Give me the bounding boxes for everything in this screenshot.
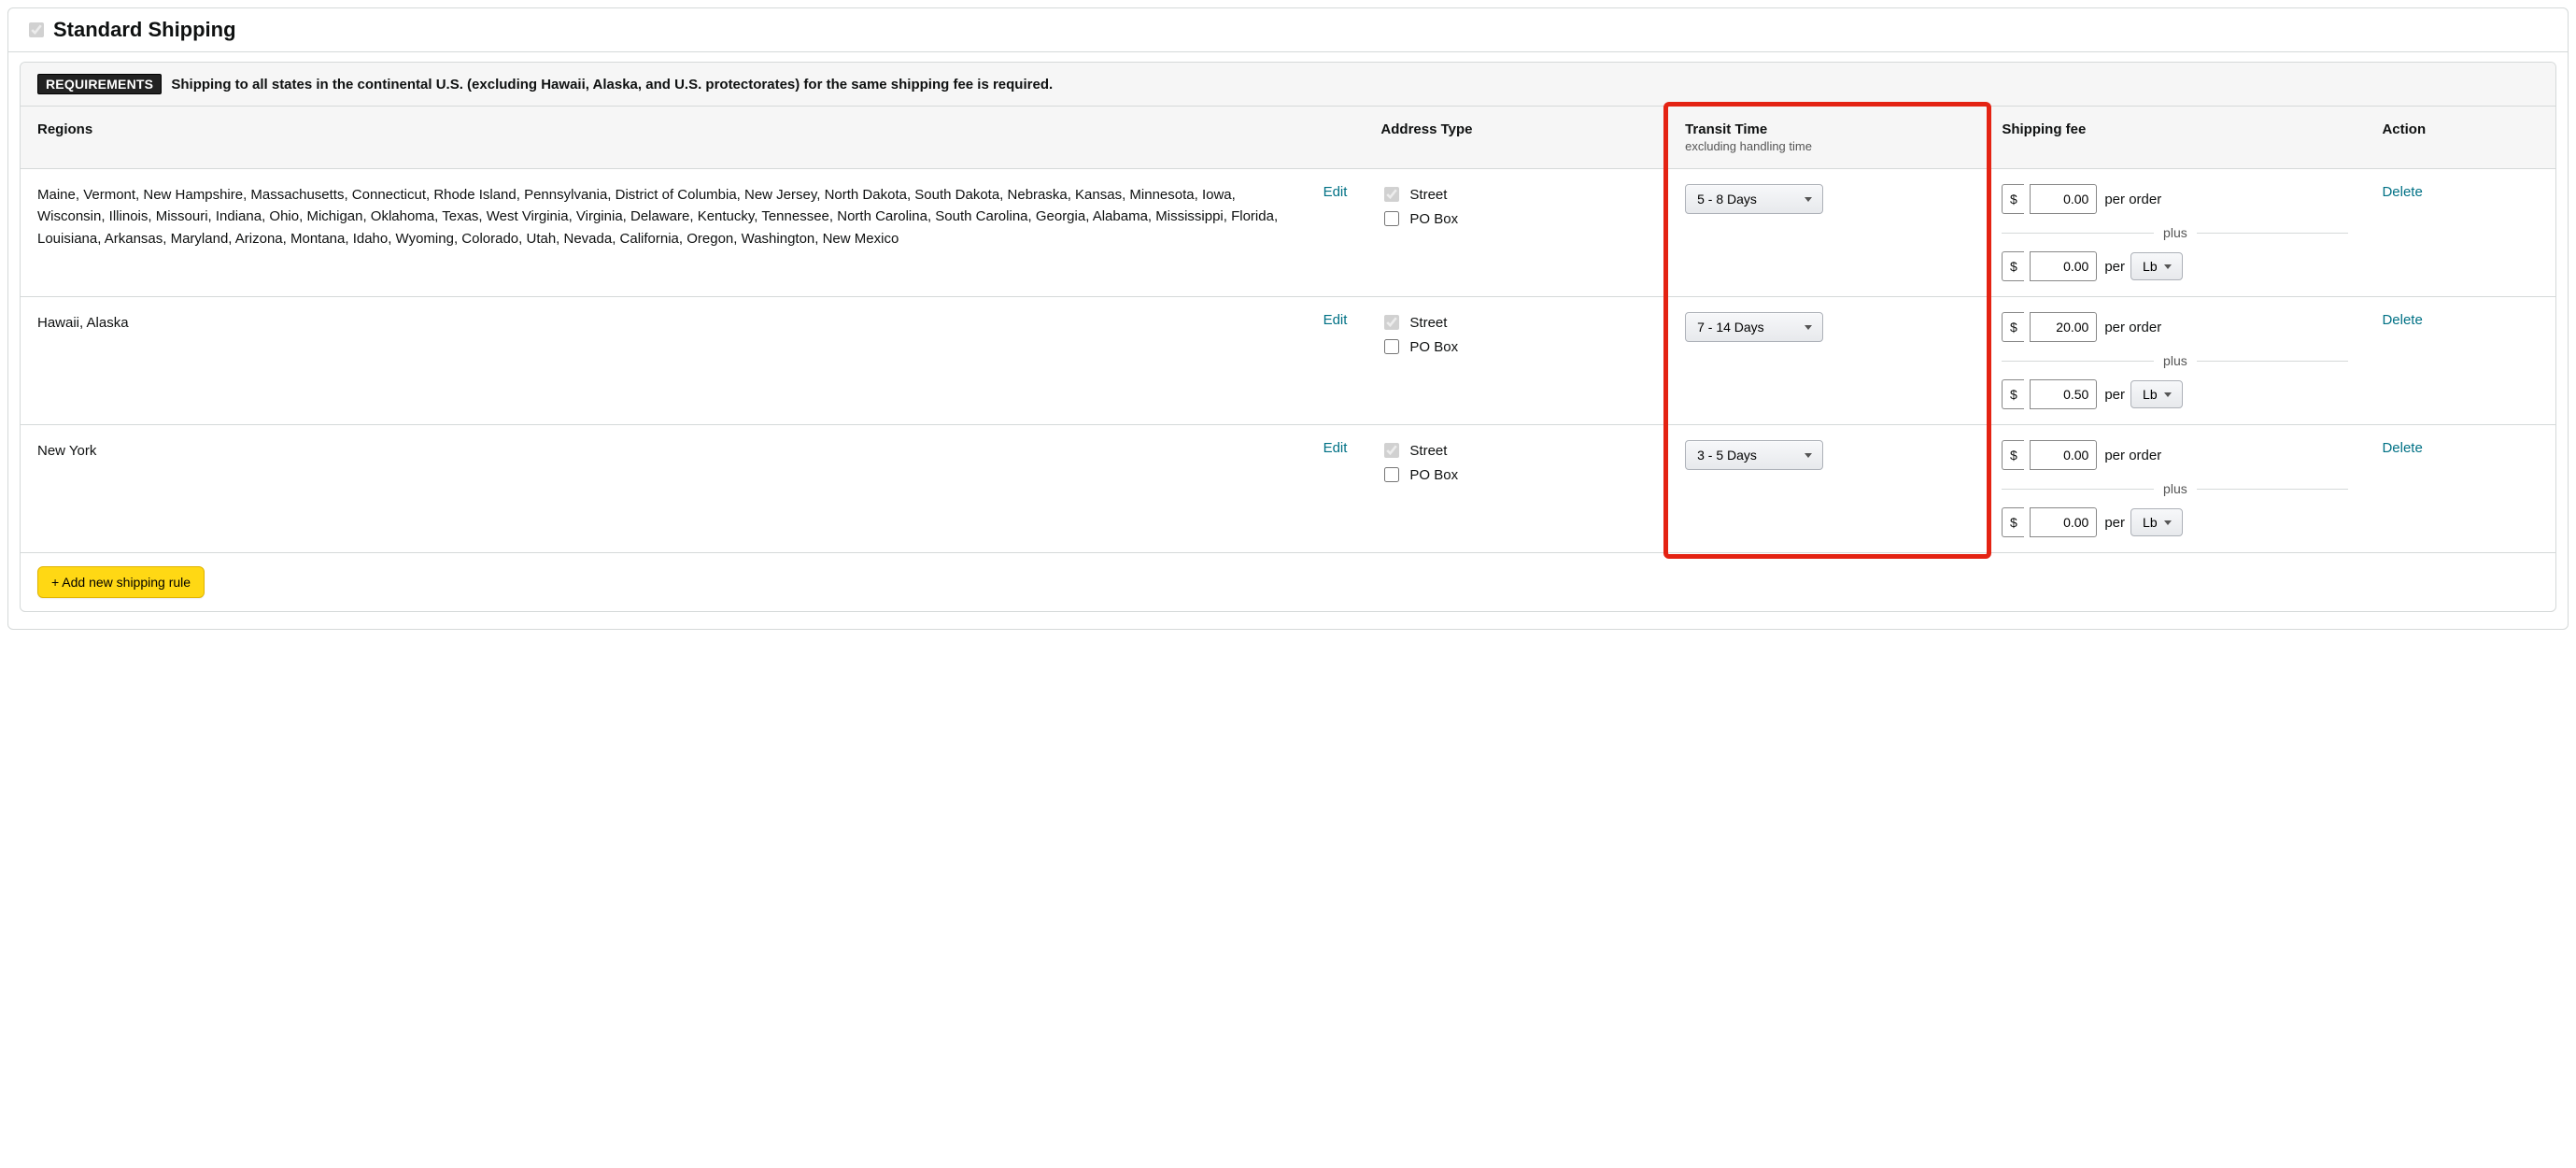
table-row: Maine, Vermont, New Hampshire, Massachus… [21, 169, 2555, 297]
transit-time-subtext: excluding handling time [1685, 139, 1968, 153]
transit-time-select[interactable]: 3 - 5 Days5 - 8 Days7 - 14 Days [1685, 440, 1823, 470]
address-pobox-label: PO Box [1409, 339, 1458, 355]
shipping-panel: Standard Shipping REQUIREMENTS Shipping … [7, 7, 2569, 630]
fee-per-order-input[interactable] [2030, 312, 2097, 342]
currency-symbol: $ [2002, 440, 2024, 470]
panel-header: Standard Shipping [8, 8, 2568, 52]
edit-regions-link[interactable]: Edit [1323, 440, 1348, 456]
currency-symbol: $ [2002, 379, 2024, 409]
fee-unit-select[interactable]: Lb [2130, 252, 2183, 280]
table-footer: + Add new shipping rule [21, 552, 2555, 611]
fee-per-unit-input[interactable] [2030, 379, 2097, 409]
panel-title: Standard Shipping [53, 18, 236, 42]
col-header-action: Action [2365, 107, 2555, 169]
edit-regions-link[interactable]: Edit [1323, 184, 1348, 200]
fee-unit-select[interactable]: Lb [2130, 380, 2183, 408]
action-cell: Delete [2365, 169, 2555, 297]
delete-rule-link[interactable]: Delete [2382, 440, 2422, 456]
table-header-row: Regions Address Type Transit Time exclud… [21, 107, 2555, 169]
fee-per-order-suffix: per order [2104, 192, 2161, 207]
col-header-address-type: Address Type [1364, 107, 1668, 169]
fee-plus-divider: plus [2002, 353, 2348, 368]
col-header-shipping-fee: Shipping fee [1985, 107, 2365, 169]
currency-symbol: $ [2002, 312, 2024, 342]
regions-cell: New York Edit [21, 425, 1364, 553]
requirements-text: Shipping to all states in the continenta… [171, 77, 1053, 93]
address-pobox-checkbox[interactable] [1384, 339, 1399, 354]
regions-text: Maine, Vermont, New Hampshire, Massachus… [37, 184, 1298, 249]
address-pobox-checkbox[interactable] [1384, 211, 1399, 226]
col-header-transit-time: Transit Time excluding handling time [1668, 107, 1985, 169]
fee-per-unit-input[interactable] [2030, 507, 2097, 537]
address-street-checkbox[interactable] [1384, 443, 1399, 458]
transit-time-select[interactable]: 3 - 5 Days5 - 8 Days7 - 14 Days [1685, 184, 1823, 214]
transit-time-cell: 3 - 5 Days5 - 8 Days7 - 14 Days [1668, 169, 1985, 297]
currency-symbol: $ [2002, 507, 2024, 537]
requirements-badge: REQUIREMENTS [37, 74, 162, 94]
fee-per-order-suffix: per order [2104, 448, 2161, 463]
regions-cell: Maine, Vermont, New Hampshire, Massachus… [21, 169, 1364, 297]
table-row: Hawaii, Alaska Edit Street PO Box 3 - 5 Days… [21, 297, 2555, 425]
transit-time-cell: 3 - 5 Days5 - 8 Days7 - 14 Days [1668, 297, 1985, 425]
address-pobox-label: PO Box [1409, 211, 1458, 227]
action-cell: Delete [2365, 425, 2555, 553]
col-header-regions: Regions [21, 107, 1364, 169]
address-street-label: Street [1409, 315, 1447, 331]
add-shipping-rule-button[interactable]: + Add new shipping rule [37, 566, 205, 598]
transit-time-cell: 3 - 5 Days5 - 8 Days7 - 14 Days [1668, 425, 1985, 553]
fee-plus-divider: plus [2002, 225, 2348, 240]
transit-time-select[interactable]: 3 - 5 Days5 - 8 Days7 - 14 Days [1685, 312, 1823, 342]
shipping-fee-cell: $ per order plus $ per Lb [1985, 297, 2365, 425]
delete-rule-link[interactable]: Delete [2382, 184, 2422, 200]
address-street-label: Street [1409, 443, 1447, 459]
fee-per-unit-input[interactable] [2030, 251, 2097, 281]
edit-regions-link[interactable]: Edit [1323, 312, 1348, 328]
address-type-cell: Street PO Box [1364, 425, 1668, 553]
address-pobox-checkbox[interactable] [1384, 467, 1399, 482]
requirements-bar: REQUIREMENTS Shipping to all states in t… [21, 63, 2555, 107]
address-street-checkbox[interactable] [1384, 187, 1399, 202]
currency-symbol: $ [2002, 184, 2024, 214]
address-type-cell: Street PO Box [1364, 297, 1668, 425]
shipping-fee-cell: $ per order plus $ per Lb [1985, 169, 2365, 297]
address-street-checkbox[interactable] [1384, 315, 1399, 330]
regions-text: Hawaii, Alaska [37, 312, 1298, 334]
fee-unit-select[interactable]: Lb [2130, 508, 2183, 536]
fee-per-order-suffix: per order [2104, 320, 2161, 335]
fee-plus-divider: plus [2002, 481, 2348, 496]
fee-per-order-input[interactable] [2030, 440, 2097, 470]
address-type-cell: Street PO Box [1364, 169, 1668, 297]
fee-per-order-input[interactable] [2030, 184, 2097, 214]
panel-enable-checkbox[interactable] [29, 22, 44, 37]
rules-table-panel: REQUIREMENTS Shipping to all states in t… [20, 62, 2556, 612]
action-cell: Delete [2365, 297, 2555, 425]
fee-per-unit-suffix: per [2104, 259, 2125, 275]
shipping-fee-cell: $ per order plus $ per Lb [1985, 425, 2365, 553]
fee-per-unit-suffix: per [2104, 387, 2125, 403]
regions-cell: Hawaii, Alaska Edit [21, 297, 1364, 425]
fee-per-unit-suffix: per [2104, 515, 2125, 531]
currency-symbol: $ [2002, 251, 2024, 281]
address-pobox-label: PO Box [1409, 467, 1458, 483]
regions-text: New York [37, 440, 1298, 462]
address-street-label: Street [1409, 187, 1447, 203]
shipping-rules-table: Regions Address Type Transit Time exclud… [21, 107, 2555, 552]
delete-rule-link[interactable]: Delete [2382, 312, 2422, 328]
table-row: New York Edit Street PO Box 3 - 5 Days5 - 8 … [21, 425, 2555, 553]
